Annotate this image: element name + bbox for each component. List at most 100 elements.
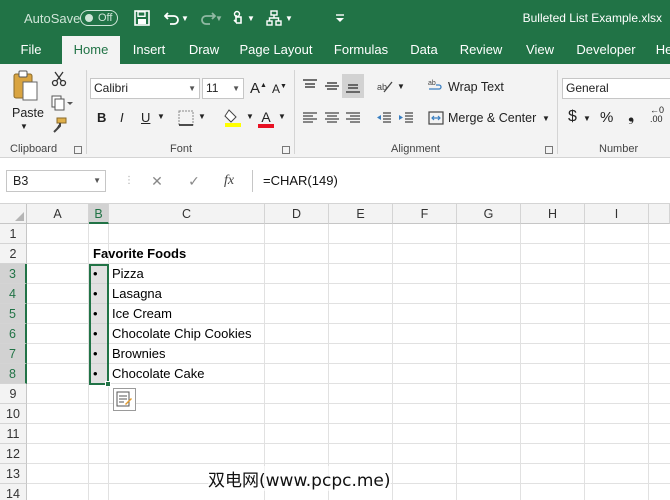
underline-dropdown-icon[interactable]: ▼ bbox=[157, 112, 165, 121]
row-header-2[interactable]: 2 bbox=[0, 244, 27, 264]
touch-mode-icon[interactable] bbox=[228, 8, 248, 28]
row-header-5[interactable]: 5 bbox=[0, 304, 27, 324]
undo-icon[interactable] bbox=[162, 8, 182, 28]
column-header-e[interactable]: E bbox=[329, 204, 393, 224]
formula-input[interactable]: =CHAR(149) bbox=[252, 170, 670, 192]
font-name-select[interactable]: Calibri ▼ bbox=[90, 78, 200, 99]
paste-label[interactable]: Paste bbox=[12, 106, 44, 120]
tab-insert[interactable]: Insert bbox=[120, 36, 178, 64]
column-header-f[interactable]: F bbox=[393, 204, 457, 224]
cell-b3[interactable]: • bbox=[90, 264, 98, 284]
row-header-6[interactable]: 6 bbox=[0, 324, 27, 344]
paste-dropdown-icon[interactable]: ▼ bbox=[20, 122, 28, 131]
fill-color-icon[interactable] bbox=[222, 106, 244, 128]
insert-function-button[interactable]: fx bbox=[218, 170, 240, 192]
customize-qat-icon[interactable] bbox=[330, 8, 350, 28]
alignment-launcher-icon[interactable] bbox=[545, 146, 553, 154]
currency-dropdown-icon[interactable]: ▼ bbox=[583, 114, 591, 123]
cell-c5[interactable]: Ice Cream bbox=[109, 304, 172, 324]
column-header-b[interactable]: B bbox=[89, 204, 109, 224]
row-header-4[interactable]: 4 bbox=[0, 284, 27, 304]
cell-c6[interactable]: Chocolate Chip Cookies bbox=[109, 324, 251, 344]
font-launcher-icon[interactable] bbox=[282, 146, 290, 154]
undo-dropdown-icon[interactable]: ▼ bbox=[180, 8, 190, 28]
align-middle-icon[interactable] bbox=[322, 76, 342, 96]
align-top-icon[interactable] bbox=[300, 76, 320, 96]
font-color-dropdown-icon[interactable]: ▼ bbox=[278, 112, 286, 121]
decrease-indent-icon[interactable] bbox=[374, 108, 394, 128]
cell-b7[interactable]: • bbox=[90, 344, 98, 364]
cut-icon[interactable] bbox=[50, 70, 68, 88]
increase-indent-icon[interactable] bbox=[396, 108, 416, 128]
comma-style-icon[interactable]: ❟ bbox=[628, 108, 634, 126]
tab-page-layout[interactable]: Page Layout bbox=[230, 36, 322, 64]
merge-dropdown-icon[interactable]: ▼ bbox=[542, 114, 550, 123]
column-header-c[interactable]: C bbox=[109, 204, 265, 224]
tab-help[interactable]: He bbox=[652, 36, 670, 64]
borders-dropdown-icon[interactable]: ▼ bbox=[198, 112, 206, 121]
font-size-select[interactable]: 11 ▼ bbox=[202, 78, 244, 99]
paste-icon[interactable] bbox=[10, 70, 42, 102]
autosave-toggle[interactable]: Off bbox=[80, 10, 118, 26]
number-format-select[interactable]: General bbox=[562, 78, 670, 99]
align-bottom-icon[interactable] bbox=[342, 74, 364, 98]
clipboard-launcher-icon[interactable] bbox=[74, 146, 82, 154]
save-icon[interactable] bbox=[132, 8, 152, 28]
tab-home[interactable]: Home bbox=[62, 36, 120, 64]
tab-formulas[interactable]: Formulas bbox=[322, 36, 400, 64]
copy-icon[interactable] bbox=[50, 94, 74, 112]
row-header-10[interactable]: 10 bbox=[0, 404, 27, 424]
quick-analysis-button[interactable] bbox=[113, 388, 136, 411]
column-header-i[interactable]: I bbox=[585, 204, 649, 224]
column-header-g[interactable]: G bbox=[457, 204, 521, 224]
shapes-dropdown-icon[interactable]: ▼ bbox=[284, 8, 294, 28]
column-header-a[interactable]: A bbox=[27, 204, 89, 224]
wrap-text-button[interactable]: Wrap Text bbox=[448, 80, 504, 94]
cell-b8[interactable]: • bbox=[90, 364, 98, 384]
tab-review[interactable]: Review bbox=[448, 36, 514, 64]
row-header-11[interactable]: 11 bbox=[0, 424, 27, 444]
select-all-button[interactable] bbox=[0, 204, 27, 224]
column-header-d[interactable]: D bbox=[265, 204, 329, 224]
row-header-7[interactable]: 7 bbox=[0, 344, 27, 364]
align-right-icon[interactable] bbox=[343, 108, 363, 128]
align-left-icon[interactable] bbox=[300, 108, 320, 128]
decrease-font-icon[interactable]: A▼ bbox=[272, 82, 287, 96]
fill-color-dropdown-icon[interactable]: ▼ bbox=[246, 112, 254, 121]
percent-button[interactable]: % bbox=[600, 109, 613, 126]
increase-decimal-icon[interactable]: ←0.00 bbox=[650, 106, 664, 124]
bold-button[interactable]: B bbox=[97, 110, 106, 125]
tab-file[interactable]: File bbox=[0, 36, 62, 64]
cell-b4[interactable]: • bbox=[90, 284, 98, 304]
tab-data[interactable]: Data bbox=[400, 36, 448, 64]
name-box[interactable]: B3 ▼ bbox=[6, 170, 106, 192]
cell-c4[interactable]: Lasagna bbox=[109, 284, 162, 304]
merge-center-icon[interactable] bbox=[426, 108, 446, 128]
font-color-button[interactable]: A bbox=[256, 106, 276, 128]
row-header-9[interactable]: 9 bbox=[0, 384, 27, 404]
touch-dropdown-icon[interactable]: ▼ bbox=[246, 8, 256, 28]
orientation-dropdown-icon[interactable]: ▼ bbox=[397, 82, 405, 91]
column-header-j[interactable] bbox=[649, 204, 670, 224]
italic-button[interactable]: I bbox=[120, 110, 124, 125]
merge-center-button[interactable]: Merge & Center bbox=[448, 111, 536, 125]
cell-c7[interactable]: Brownies bbox=[109, 344, 165, 364]
cell-b6[interactable]: • bbox=[90, 324, 98, 344]
currency-button[interactable]: $ bbox=[568, 108, 577, 126]
align-center-icon[interactable] bbox=[322, 108, 342, 128]
format-painter-icon[interactable] bbox=[50, 116, 68, 134]
increase-font-icon[interactable]: A▲ bbox=[250, 80, 267, 97]
tab-draw[interactable]: Draw bbox=[178, 36, 230, 64]
tab-view[interactable]: View bbox=[514, 36, 566, 64]
cell-c3[interactable]: Pizza bbox=[109, 264, 144, 284]
row-header-3[interactable]: 3 bbox=[0, 264, 27, 284]
row-header-14[interactable]: 14 bbox=[0, 484, 27, 500]
cell-c2[interactable]: Favorite Foods bbox=[90, 244, 186, 264]
row-header-1[interactable]: 1 bbox=[0, 224, 27, 244]
fill-handle[interactable] bbox=[105, 381, 111, 387]
cell-c8[interactable]: Chocolate Cake bbox=[109, 364, 205, 384]
column-header-h[interactable]: H bbox=[521, 204, 585, 224]
cancel-icon[interactable]: ✕ bbox=[146, 170, 168, 192]
orientation-icon[interactable]: ab bbox=[374, 76, 396, 96]
row-header-8[interactable]: 8 bbox=[0, 364, 27, 384]
